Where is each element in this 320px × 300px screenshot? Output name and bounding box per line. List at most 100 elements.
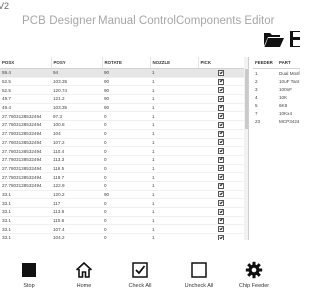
menu-components-editor[interactable]: Components Editor xyxy=(176,15,274,27)
column-header-posy[interactable]: POSY xyxy=(51,57,103,69)
cell-posx[interactable]: 27.7803138532494 xyxy=(0,181,51,191)
column-header-posx[interactable]: POSX xyxy=(0,57,52,69)
table-row[interactable]: 27.7803138532494 110.4 0 1 xyxy=(0,146,248,156)
table-vertical-scrollbar[interactable] xyxy=(244,57,248,240)
cell-rotate[interactable]: 0 xyxy=(102,181,150,191)
cell-feeder[interactable]: 5 xyxy=(253,101,277,109)
cell-nozzle[interactable]: 1 xyxy=(150,172,198,182)
cell-rotate[interactable]: 0 xyxy=(102,146,150,156)
pick-checkbox[interactable] xyxy=(218,191,224,198)
cell-posy[interactable]: 103.35 xyxy=(51,77,102,87)
pick-checkbox[interactable] xyxy=(218,234,224,240)
cell-posx[interactable]: 27.7803138532494 xyxy=(0,146,51,156)
cell-posx[interactable]: 49.7 xyxy=(0,94,51,104)
cell-nozzle[interactable]: 1 xyxy=(150,164,198,174)
cell-rotate[interactable]: 90 xyxy=(102,190,150,200)
pick-checkbox[interactable] xyxy=(218,130,224,137)
cell-nozzle[interactable]: 1 xyxy=(150,233,198,240)
table-row[interactable]: 27.7803138532494 122.9 0 1 xyxy=(0,181,248,191)
table-row[interactable]: 27.7803138532494 116.5 0 1 xyxy=(0,164,248,174)
cell-posx[interactable]: 52.5 xyxy=(0,77,51,87)
cell-feeder[interactable]: 4 xyxy=(253,93,277,101)
cell-nozzle[interactable]: 1 xyxy=(150,111,198,122)
pick-checkbox[interactable] xyxy=(218,217,224,224)
pick-checkbox[interactable] xyxy=(218,226,224,233)
pick-checkbox[interactable] xyxy=(218,182,224,189)
table-row[interactable]: 27.7803138532494 113.3 0 1 xyxy=(0,155,248,165)
cell-posy[interactable]: 103.35 xyxy=(51,103,102,113)
pick-checkbox[interactable] xyxy=(218,156,224,163)
column-header-part[interactable]: PART xyxy=(277,57,300,69)
cell-part[interactable]: Dual Mosfet xyxy=(277,69,300,78)
cell-rotate[interactable]: 0 xyxy=(102,129,150,139)
feeder-row[interactable]: 7 10Kx4 xyxy=(253,109,300,117)
cell-posx[interactable]: 27.7803138532494 xyxy=(0,111,51,122)
cell-nozzle[interactable]: 1 xyxy=(150,103,198,113)
cell-part[interactable]: MCP3424 xyxy=(277,117,300,125)
table-row[interactable]: 33.1 110.6 0 1 xyxy=(0,216,248,226)
feeder-row[interactable]: 3 100nF xyxy=(253,85,300,93)
stop-button[interactable]: Stop xyxy=(7,256,51,300)
cell-nozzle[interactable]: 1 xyxy=(150,146,198,156)
cell-posx[interactable]: 59.4 xyxy=(0,68,51,78)
table-row[interactable]: 52.5 103.35 90 1 xyxy=(0,77,248,87)
cell-posx[interactable]: 27.7803138532494 xyxy=(0,172,51,182)
pick-checkbox[interactable] xyxy=(218,104,224,111)
cell-rotate[interactable]: 0 xyxy=(102,233,150,240)
pick-checkbox[interactable] xyxy=(218,95,224,102)
cell-nozzle[interactable]: 1 xyxy=(150,94,198,104)
cell-posx[interactable]: 49.4 xyxy=(0,103,51,113)
cell-feeder[interactable]: 3 xyxy=(253,85,277,93)
cell-feeder[interactable]: 1 xyxy=(253,69,277,78)
cell-rotate[interactable]: 0 xyxy=(102,172,150,182)
cell-nozzle[interactable]: 1 xyxy=(150,155,198,165)
table-row[interactable]: 59.4 94 90 1 xyxy=(0,68,248,78)
pick-checkbox[interactable] xyxy=(218,139,224,146)
cell-posy[interactable]: 113.3 xyxy=(51,155,102,165)
cell-posy[interactable]: 117 xyxy=(51,198,102,208)
cell-nozzle[interactable]: 1 xyxy=(150,77,198,87)
feeder-row[interactable]: 5 6K8 xyxy=(253,101,300,109)
cell-rotate[interactable]: 90 xyxy=(102,85,150,96)
cell-posy[interactable]: 97.3 xyxy=(51,111,102,122)
table-row[interactable]: 27.7803138532494 119.7 0 1 xyxy=(0,172,248,182)
cell-posy[interactable]: 113.8 xyxy=(51,207,102,217)
uncheck-all-button[interactable]: Uncheck All xyxy=(177,256,221,300)
table-row[interactable]: 49.4 103.35 90 1 xyxy=(0,103,248,113)
cell-posx[interactable]: 27.7803138532494 xyxy=(0,120,51,130)
column-header-rotate[interactable]: ROTATE xyxy=(102,57,151,69)
menu-manual-control[interactable]: Manual Control xyxy=(98,15,176,27)
cell-rotate[interactable]: 0 xyxy=(102,164,150,174)
cell-nozzle[interactable]: 1 xyxy=(150,216,198,226)
cell-posy[interactable]: 119.7 xyxy=(51,172,102,182)
cell-posx[interactable]: 33.1 xyxy=(0,207,51,217)
cell-posx[interactable]: 27.7803138532494 xyxy=(0,138,51,148)
save-file-button[interactable] xyxy=(289,29,300,49)
home-button[interactable]: Home xyxy=(62,256,106,300)
table-row[interactable]: 33.1 117 0 1 xyxy=(0,198,248,208)
cell-feeder[interactable]: 23 xyxy=(253,117,277,125)
cell-rotate[interactable]: 0 xyxy=(102,216,150,226)
cell-posy[interactable]: 120.74 xyxy=(51,85,102,96)
pick-checkbox[interactable] xyxy=(218,165,224,172)
cell-posy[interactable]: 110.4 xyxy=(51,146,102,156)
cell-nozzle[interactable]: 1 xyxy=(150,68,198,78)
feeder-row[interactable]: 2 10uF Tant xyxy=(253,77,300,85)
cell-rotate[interactable]: 90 xyxy=(102,103,150,113)
cell-posx[interactable]: 33.1 xyxy=(0,198,51,208)
cell-posy[interactable]: 116.5 xyxy=(51,164,102,174)
feeder-row[interactable]: 1Dual Mosfet xyxy=(253,69,300,78)
cell-part[interactable]: 100nF xyxy=(277,85,300,93)
table-row[interactable]: 27.7803138532494 97.3 0 1 xyxy=(0,111,248,122)
cell-posy[interactable]: 104.2 xyxy=(51,233,102,240)
pick-checkbox[interactable] xyxy=(218,148,224,155)
cell-nozzle[interactable]: 1 xyxy=(150,120,198,130)
cell-posy[interactable]: 120.2 xyxy=(51,190,102,200)
cell-nozzle[interactable]: 1 xyxy=(150,198,198,208)
pick-checkbox[interactable] xyxy=(218,174,224,181)
cell-rotate[interactable]: 90 xyxy=(102,68,150,78)
table-row[interactable]: 49.7 121.2 90 1 xyxy=(0,94,248,104)
cell-nozzle[interactable]: 1 xyxy=(150,138,198,148)
cell-posy[interactable]: 107.2 xyxy=(51,138,102,148)
table-row[interactable]: 27.7803138532494 104 0 1 xyxy=(0,129,248,139)
